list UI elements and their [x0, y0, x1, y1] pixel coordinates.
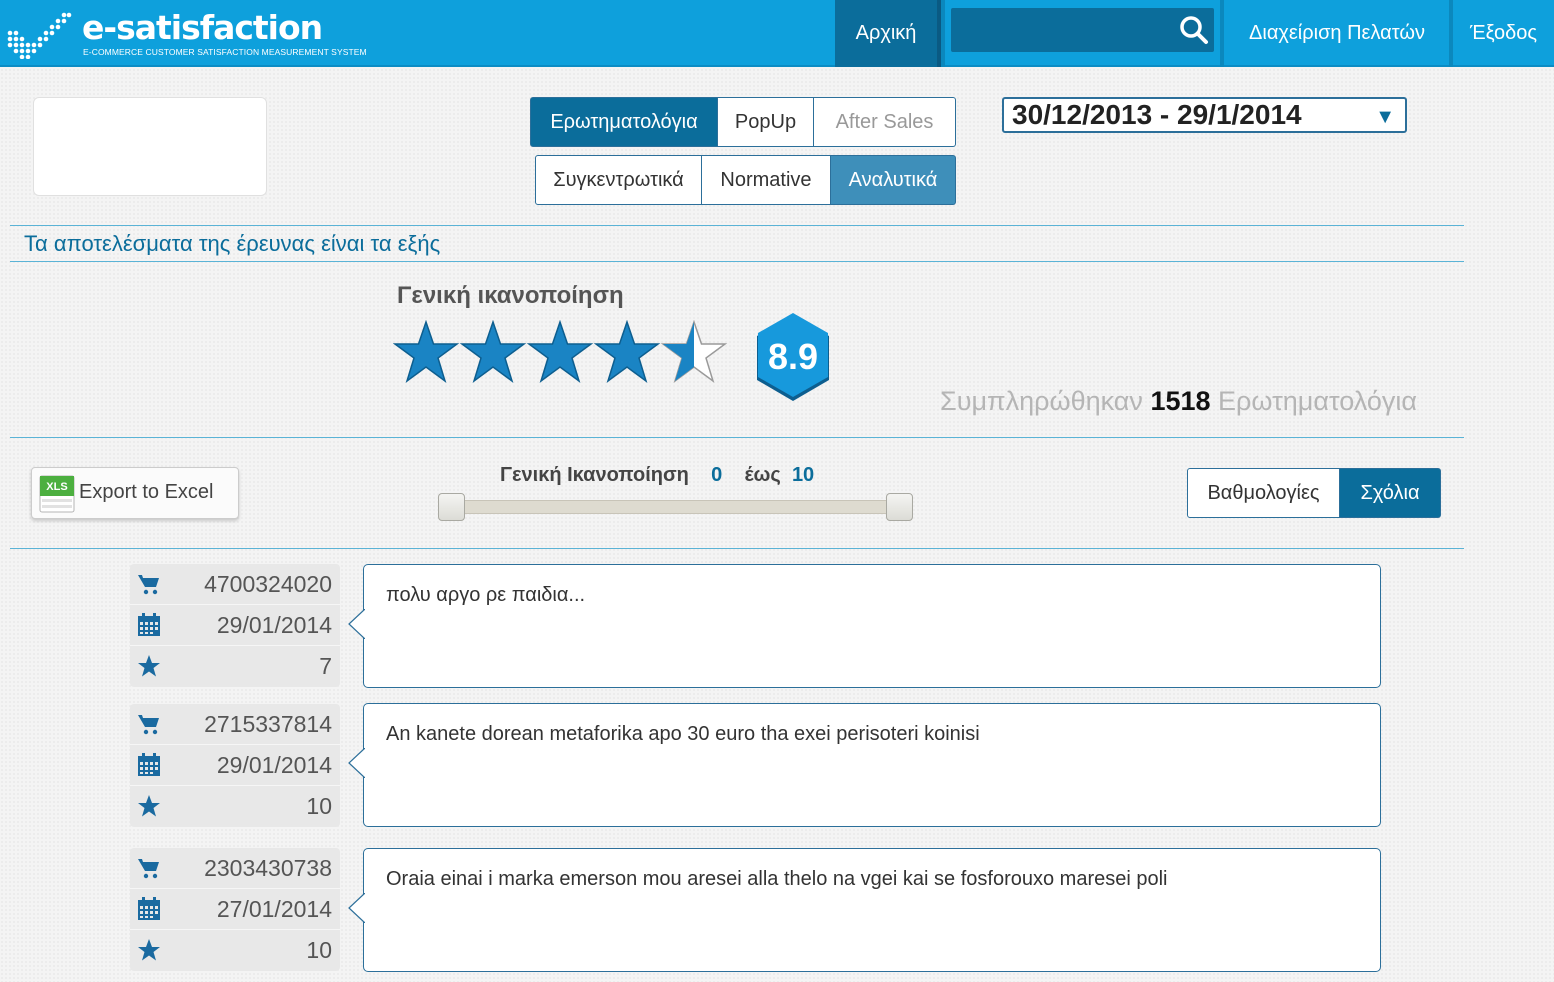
nav-divider [1220, 0, 1224, 67]
completed-count: 1518 [1150, 386, 1211, 416]
tab-popup[interactable]: PopUp [718, 97, 814, 147]
rating-row: 10 [130, 930, 340, 971]
divider [10, 548, 1464, 549]
comment-text: πολυ αργο ρε παιδια... [386, 584, 586, 606]
star-icon [595, 321, 659, 382]
order-id: 2303430738 [204, 855, 332, 881]
satisfaction-range-label: Γενική Ικανοποίηση 0 έως 10 [500, 464, 814, 487]
view-tabs: Συγκεντρωτικά Normative Αναλυτικά [535, 155, 956, 205]
range-slider-max-handle[interactable] [886, 493, 913, 521]
search-icon[interactable] [1178, 14, 1210, 46]
xls-badge: XLS [46, 481, 67, 493]
range-to-label: έως [744, 464, 781, 486]
half-star-icon [662, 321, 726, 382]
tab-comments[interactable]: Σχόλια [1340, 468, 1441, 518]
date-row: 29/01/2014 [130, 605, 340, 646]
date-row: 27/01/2014 [130, 889, 340, 930]
comment-rating: 10 [306, 937, 332, 963]
comment-bubble: πολυ αργο ρε παιδια... [348, 564, 1381, 688]
calendar-icon [138, 897, 160, 920]
tab-analytics[interactable]: Αναλυτικά [831, 155, 956, 205]
client-logo-placeholder [33, 97, 267, 196]
date-row: 29/01/2014 [130, 745, 340, 786]
comment-text: An kanete dorean metaforika apo 30 euro … [386, 723, 980, 745]
star-icon [461, 321, 525, 382]
comment-meta: 2715337814 29/01/2014 10 [130, 704, 340, 827]
divider [10, 225, 1464, 226]
nav-logout[interactable]: Έξοδος [1453, 0, 1554, 67]
order-id: 2715337814 [204, 711, 332, 737]
result-view-toggle: Βαθμολογίες Σχόλια [1187, 468, 1441, 518]
comment-date: 27/01/2014 [216, 896, 332, 922]
tab-questionnaires[interactable]: Ερωτηματολόγια [530, 97, 718, 147]
overall-satisfaction-title: Γενική ικανοποίηση [397, 282, 624, 309]
star-icon [138, 655, 160, 677]
logo-subtitle: E-COMMERCE CUSTOMER SATISFACTION MEASURE… [83, 47, 367, 57]
rating-row: 7 [130, 646, 340, 687]
range-slider-track[interactable] [450, 500, 902, 514]
source-tabs: Ερωτηματολόγια PopUp After Sales [530, 97, 956, 147]
range-max-value: 10 [791, 464, 815, 486]
overall-score: 8.9 [767, 336, 819, 377]
order-id-row: 2715337814 [130, 704, 340, 745]
tab-scores[interactable]: Βαθμολογίες [1187, 468, 1340, 518]
comment-meta: 2303430738 27/01/2014 10 [130, 848, 340, 971]
calendar-icon [138, 613, 160, 636]
tab-after-sales[interactable]: After Sales [814, 97, 956, 147]
nav-home[interactable]: Αρχική [835, 0, 941, 67]
shopping-cart-icon [138, 859, 159, 879]
comment-bubble: An kanete dorean metaforika apo 30 euro … [348, 703, 1381, 827]
comment-date: 29/01/2014 [216, 612, 332, 638]
divider [10, 261, 1464, 262]
export-label: Export to Excel [79, 481, 214, 503]
app-logo[interactable]: e-satisfaction E-COMMERCE CUSTOMER SATIS… [4, 6, 367, 61]
shopping-cart-icon [138, 715, 159, 735]
divider [10, 437, 1464, 438]
star-icon [138, 795, 160, 817]
top-navbar: e-satisfaction E-COMMERCE CUSTOMER SATIS… [0, 0, 1554, 67]
speech-pointer [348, 748, 365, 778]
comment-text: Oraia einai i marka emerson mou aresei a… [386, 868, 1168, 890]
star-icon [138, 939, 160, 961]
dropdown-arrow-icon: ▼ [1375, 106, 1395, 128]
calendar-icon [138, 753, 160, 776]
speech-pointer [348, 609, 365, 639]
star-icon [394, 321, 458, 382]
shopping-cart-icon [138, 575, 159, 595]
completed-prefix: Συμπληρώθηκαν [940, 386, 1143, 416]
comment-bubble: Oraia einai i marka emerson mou aresei a… [348, 848, 1381, 972]
tab-normative[interactable]: Normative [702, 155, 831, 205]
logo-checkmark-icon [7, 12, 72, 59]
nav-divider [941, 0, 945, 67]
order-id: 4700324020 [204, 571, 332, 597]
logo-title: e-satisfaction [82, 8, 323, 47]
star-rating [394, 321, 726, 382]
range-title: Γενική Ικανοποίηση [500, 464, 689, 486]
search-input[interactable] [951, 8, 1171, 52]
order-id-row: 2303430738 [130, 848, 340, 889]
speech-pointer [348, 893, 365, 923]
range-slider-min-handle[interactable] [438, 493, 465, 521]
date-range-value: 30/12/2013 - 29/1/2014 [1012, 99, 1302, 130]
comment-rating: 10 [306, 793, 332, 819]
range-min-value: 0 [711, 464, 723, 486]
comment-date: 29/01/2014 [216, 752, 332, 778]
results-title: Τα αποτελέσματα της έρευνας είναι τα εξή… [24, 231, 441, 256]
nav-customer-management[interactable]: Διαχείριση Πελατών [1225, 0, 1449, 67]
search-box [951, 8, 1214, 52]
completed-suffix: Ερωτηματολόγια [1218, 386, 1417, 416]
excel-file-icon: XLS [39, 475, 75, 513]
date-range-select[interactable]: 30/12/2013 - 29/1/2014 ▼ [1002, 97, 1407, 133]
export-excel-button[interactable]: XLS Export to Excel [31, 467, 239, 519]
comment-rating: 7 [319, 653, 332, 679]
tab-summary[interactable]: Συγκεντρωτικά [535, 155, 702, 205]
rating-row: 10 [130, 786, 340, 827]
star-icon [528, 321, 592, 382]
order-id-row: 4700324020 [130, 564, 340, 605]
completed-count-text: Συμπληρώθηκαν 1518 Ερωτηματολόγια [940, 386, 1417, 417]
comment-meta: 4700324020 29/01/2014 7 [130, 564, 340, 687]
